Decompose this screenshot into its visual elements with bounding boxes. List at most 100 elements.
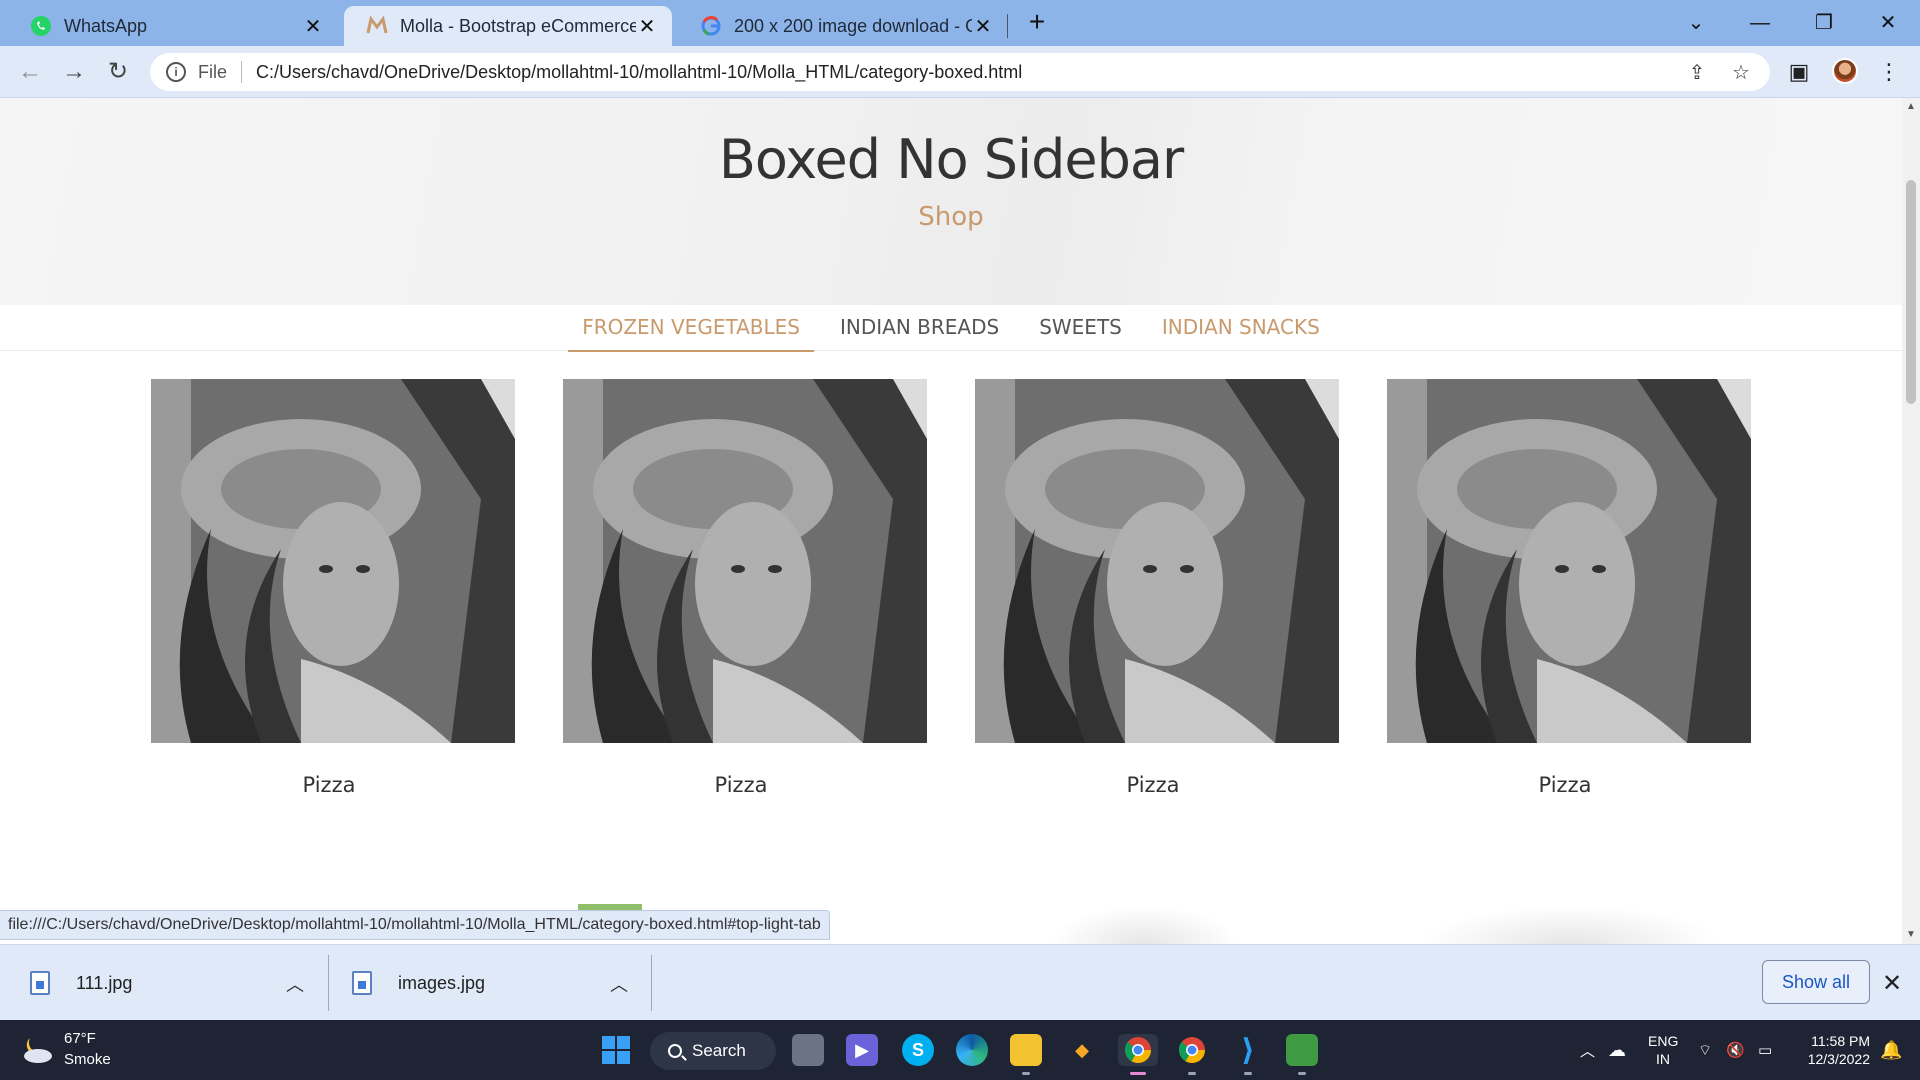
address-scheme-label: File xyxy=(198,61,228,82)
region-code: IN xyxy=(1656,1051,1670,1067)
back-button[interactable]: ← xyxy=(14,56,46,88)
scroll-thumb[interactable] xyxy=(1906,180,1916,404)
chevron-up-icon[interactable]: ︿ xyxy=(286,971,304,997)
tab-google[interactable]: 200 x 200 image download - Goo ✕ xyxy=(678,6,1008,46)
link-status-bubble: file:///C:/Users/chavd/OneDrive/Desktop/… xyxy=(0,910,830,940)
product-image[interactable] xyxy=(975,379,1339,743)
product-name[interactable]: Pizza xyxy=(559,773,923,797)
tab-title: WhatsApp xyxy=(64,15,148,36)
url-text[interactable]: C:/Users/chavd/OneDrive/Desktop/mollahtm… xyxy=(256,62,1682,83)
tab-whatsapp[interactable]: WhatsApp ✕ xyxy=(8,6,338,46)
tab-molla[interactable]: Molla - Bootstrap eCommerce Te ✕ xyxy=(344,6,672,46)
page-header-banner: Boxed No Sidebar Shop xyxy=(0,98,1902,305)
bookmark-star-icon[interactable]: ☆ xyxy=(1726,60,1756,85)
running-indicator xyxy=(1244,1072,1252,1075)
chrome-profile-icon[interactable] xyxy=(1176,1034,1208,1066)
google-icon xyxy=(700,15,722,37)
reload-button[interactable]: ↻ xyxy=(102,56,134,88)
close-icon[interactable]: ✕ xyxy=(972,14,994,39)
running-indicator xyxy=(1022,1072,1030,1075)
running-indicator xyxy=(1188,1072,1196,1075)
download-item[interactable]: 111.jpg xyxy=(30,945,132,1021)
scroll-up-arrow-icon[interactable]: ▲ xyxy=(1902,98,1920,116)
image-viewer-icon[interactable] xyxy=(1286,1034,1318,1066)
page-scrollbar[interactable]: ▲ ▼ xyxy=(1902,98,1920,944)
tab-frozen-vegetables[interactable]: FROZEN VEGETABLES xyxy=(568,305,814,352)
tab-indian-breads[interactable]: INDIAN BREADS xyxy=(826,305,1013,351)
language-code: ENG xyxy=(1648,1033,1679,1049)
portrait-photo-icon xyxy=(563,379,927,743)
tab-title: 200 x 200 image download - Goo xyxy=(734,15,972,36)
product-image[interactable] xyxy=(151,379,515,743)
system-clock[interactable]: 11:58 PM 12/3/2022 xyxy=(1790,1032,1870,1068)
minimize-button[interactable]: — xyxy=(1740,6,1780,40)
windows-start-icon[interactable] xyxy=(602,1036,630,1064)
address-bar[interactable]: i File C:/Users/chavd/OneDrive/Desktop/m… xyxy=(150,53,1770,91)
category-tabs: FROZEN VEGETABLES INDIAN BREADS SWEETS I… xyxy=(0,305,1902,352)
tab-sweets[interactable]: SWEETS xyxy=(1025,305,1136,351)
edge-icon[interactable] xyxy=(956,1034,988,1066)
close-window-button[interactable]: ✕ xyxy=(1868,6,1908,40)
download-filename[interactable]: 111.jpg xyxy=(76,973,132,994)
file-explorer-icon[interactable] xyxy=(1010,1034,1042,1066)
share-icon[interactable]: ⇪ xyxy=(1682,60,1712,85)
address-divider xyxy=(241,61,243,83)
clock-time: 11:58 PM xyxy=(1811,1033,1870,1049)
product-name[interactable]: Pizza xyxy=(971,773,1335,797)
product-image[interactable] xyxy=(1387,379,1751,743)
clock-date: 12/3/2022 xyxy=(1807,1051,1870,1067)
chrome-icon[interactable] xyxy=(1118,1034,1158,1066)
product-grid: Pizza Pizza Pizza Pizza xyxy=(0,365,1902,905)
show-all-button[interactable]: Show all xyxy=(1762,960,1870,1004)
download-filename[interactable]: images.jpg xyxy=(398,973,485,994)
image-file-icon xyxy=(30,971,50,995)
notification-bell-icon[interactable]: 🔔 xyxy=(1880,1020,1902,1080)
portrait-photo-icon xyxy=(151,379,515,743)
show-hidden-icons-chevron-icon[interactable]: ︿ xyxy=(1580,1020,1595,1080)
forward-button[interactable]: → xyxy=(58,56,90,88)
next-row-image xyxy=(1420,906,1720,944)
tab-title: Molla - Bootstrap eCommerce Te xyxy=(400,15,636,36)
teams-chat-icon[interactable]: ▶ xyxy=(846,1034,878,1066)
product-image[interactable] xyxy=(563,379,927,743)
language-indicator[interactable]: ENG IN xyxy=(1648,1032,1678,1068)
close-icon[interactable]: ✕ xyxy=(1882,969,1902,998)
weather-temperature[interactable]: 67°F xyxy=(64,1030,96,1047)
whatsapp-icon xyxy=(30,15,52,37)
battery-icon[interactable]: ▭ xyxy=(1758,1020,1772,1080)
page-subtitle: Shop xyxy=(918,202,984,232)
speaker-muted-icon[interactable]: 🔇 xyxy=(1726,1020,1745,1080)
weather-description[interactable]: Smoke xyxy=(64,1051,111,1068)
vscode-icon[interactable]: ⟩ xyxy=(1232,1034,1264,1067)
close-icon[interactable]: ✕ xyxy=(636,14,658,39)
side-panel-icon[interactable]: ▣ xyxy=(1784,58,1814,86)
molla-icon xyxy=(366,15,388,37)
taskbar-search[interactable]: Search xyxy=(650,1032,776,1070)
app-diamond-icon[interactable]: ◆ xyxy=(1066,1034,1098,1066)
portrait-photo-icon xyxy=(1387,379,1751,743)
tab-indian-snacks[interactable]: INDIAN SNACKS xyxy=(1148,305,1334,351)
next-row-image xyxy=(1050,906,1240,944)
onedrive-cloud-icon[interactable]: ☁ xyxy=(1608,1020,1626,1080)
scroll-down-arrow-icon[interactable]: ▼ xyxy=(1902,926,1920,944)
menu-dots-icon[interactable]: ⋮ xyxy=(1874,58,1904,86)
tab-search-chevron-icon[interactable]: ⌄ xyxy=(1676,6,1716,40)
search-label: Search xyxy=(692,1041,746,1060)
wifi-icon[interactable]: ⌔ xyxy=(1698,1020,1712,1080)
download-item[interactable]: images.jpg xyxy=(352,945,485,1021)
task-view-icon[interactable] xyxy=(792,1034,824,1066)
chevron-up-icon[interactable]: ︿ xyxy=(610,971,628,997)
download-divider xyxy=(328,955,329,1011)
running-indicator xyxy=(1298,1072,1306,1075)
product-name[interactable]: Pizza xyxy=(1383,773,1747,797)
info-icon[interactable]: i xyxy=(166,62,186,82)
new-tab-button[interactable]: + xyxy=(1024,8,1050,38)
downloads-bar: 111.jpg ︿ images.jpg ︿ Show all ✕ xyxy=(0,944,1920,1020)
restore-button[interactable]: ❐ xyxy=(1804,6,1844,40)
skype-icon[interactable]: S xyxy=(902,1034,934,1066)
weather-cloud-icon[interactable] xyxy=(22,1034,54,1064)
page-viewport: Boxed No Sidebar Shop FROZEN VEGETABLES … xyxy=(0,98,1902,944)
product-name[interactable]: Pizza xyxy=(147,773,511,797)
close-icon[interactable]: ✕ xyxy=(302,14,324,39)
profile-avatar[interactable] xyxy=(1832,58,1858,84)
